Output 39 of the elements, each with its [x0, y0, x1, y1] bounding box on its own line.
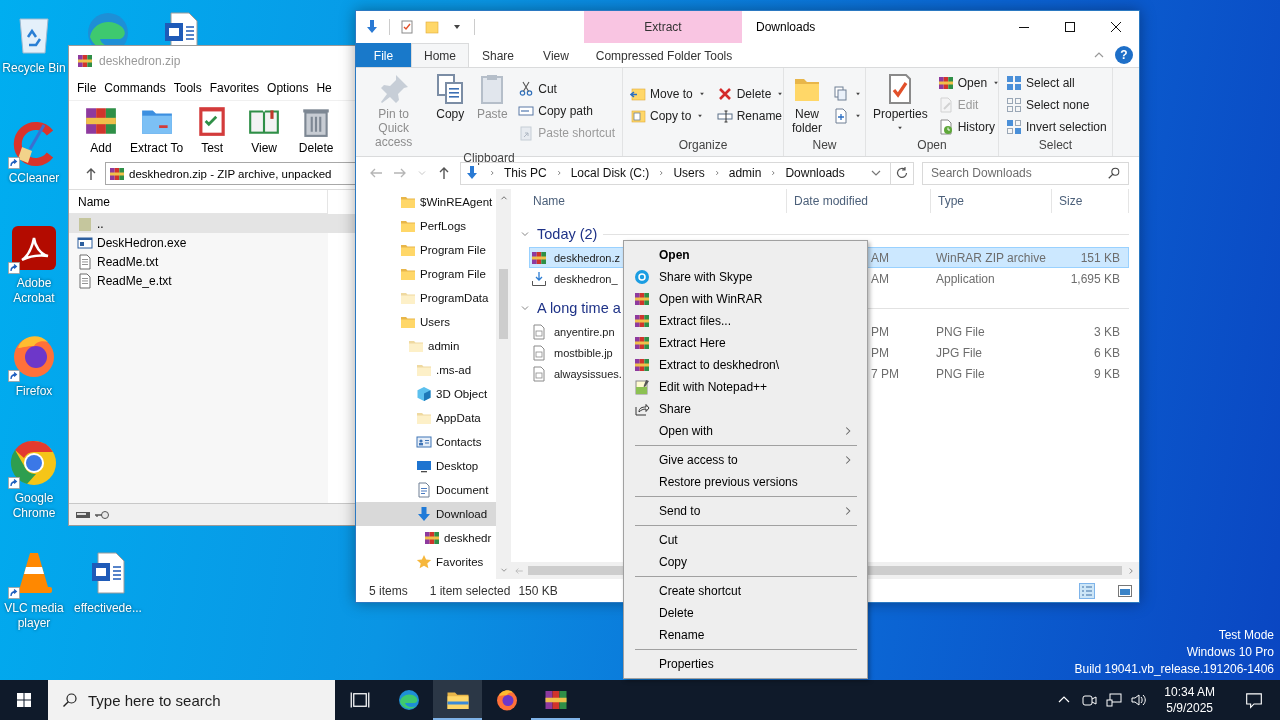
context-tab-header: Extract: [584, 11, 742, 43]
table-cell: PNG File: [936, 324, 985, 339]
table-cell: Application: [936, 271, 995, 286]
table-cell: 7 PM: [871, 366, 899, 381]
table-cell: 9 KB: [1094, 366, 1120, 381]
table-cell: PNG File: [936, 366, 985, 381]
table-cell: JPG File: [936, 345, 982, 360]
file-name: ReadMe_e.txt: [97, 273, 172, 288]
table-cell: 3 KB: [1094, 324, 1120, 339]
file-name: DeskHedron.exe: [97, 235, 187, 250]
table-cell: 1,695 KB: [1070, 271, 1120, 286]
selection-size: 150 KB: [518, 583, 558, 598]
table-cell: alwaysissues.: [554, 367, 622, 380]
table-cell: PM: [871, 345, 889, 360]
file-name: ..: [97, 216, 104, 231]
window-title: deskhedron.zip: [99, 54, 181, 68]
table-cell: AM: [871, 271, 889, 286]
table-cell: 6 KB: [1094, 345, 1120, 360]
clock-time: 10:34 AM: [1164, 684, 1215, 700]
table-cell: 151 KB: [1080, 250, 1120, 265]
table-cell: PM: [871, 324, 889, 339]
table-cell: deskhedron_: [554, 272, 618, 285]
table-cell: deskhedron.z: [554, 251, 621, 264]
table-cell: AM: [871, 250, 889, 265]
group-label: Select: [1037, 138, 1074, 154]
table-cell: anyentire.pn: [554, 325, 615, 338]
edition-notice: Windows 10 Pro: [1186, 644, 1274, 661]
edition-notice: Build 19041.vb_release.191206-1406: [1074, 661, 1274, 678]
table-cell: mostbible.jp: [554, 346, 613, 359]
file-name: ReadMe.txt: [97, 254, 159, 269]
item-count: 5 items: [369, 583, 408, 598]
clock-date: 5/9/2025: [1166, 700, 1213, 716]
group-label: New: [811, 138, 838, 154]
table-cell: WinRAR ZIP archive: [936, 250, 1046, 265]
window-title: Downloads: [756, 20, 816, 34]
group-label: Open: [916, 138, 948, 154]
selection-info: 1 item selected: [429, 583, 511, 598]
edition-notice: Test Mode: [1218, 627, 1274, 644]
group-label: Organize: [677, 138, 729, 154]
